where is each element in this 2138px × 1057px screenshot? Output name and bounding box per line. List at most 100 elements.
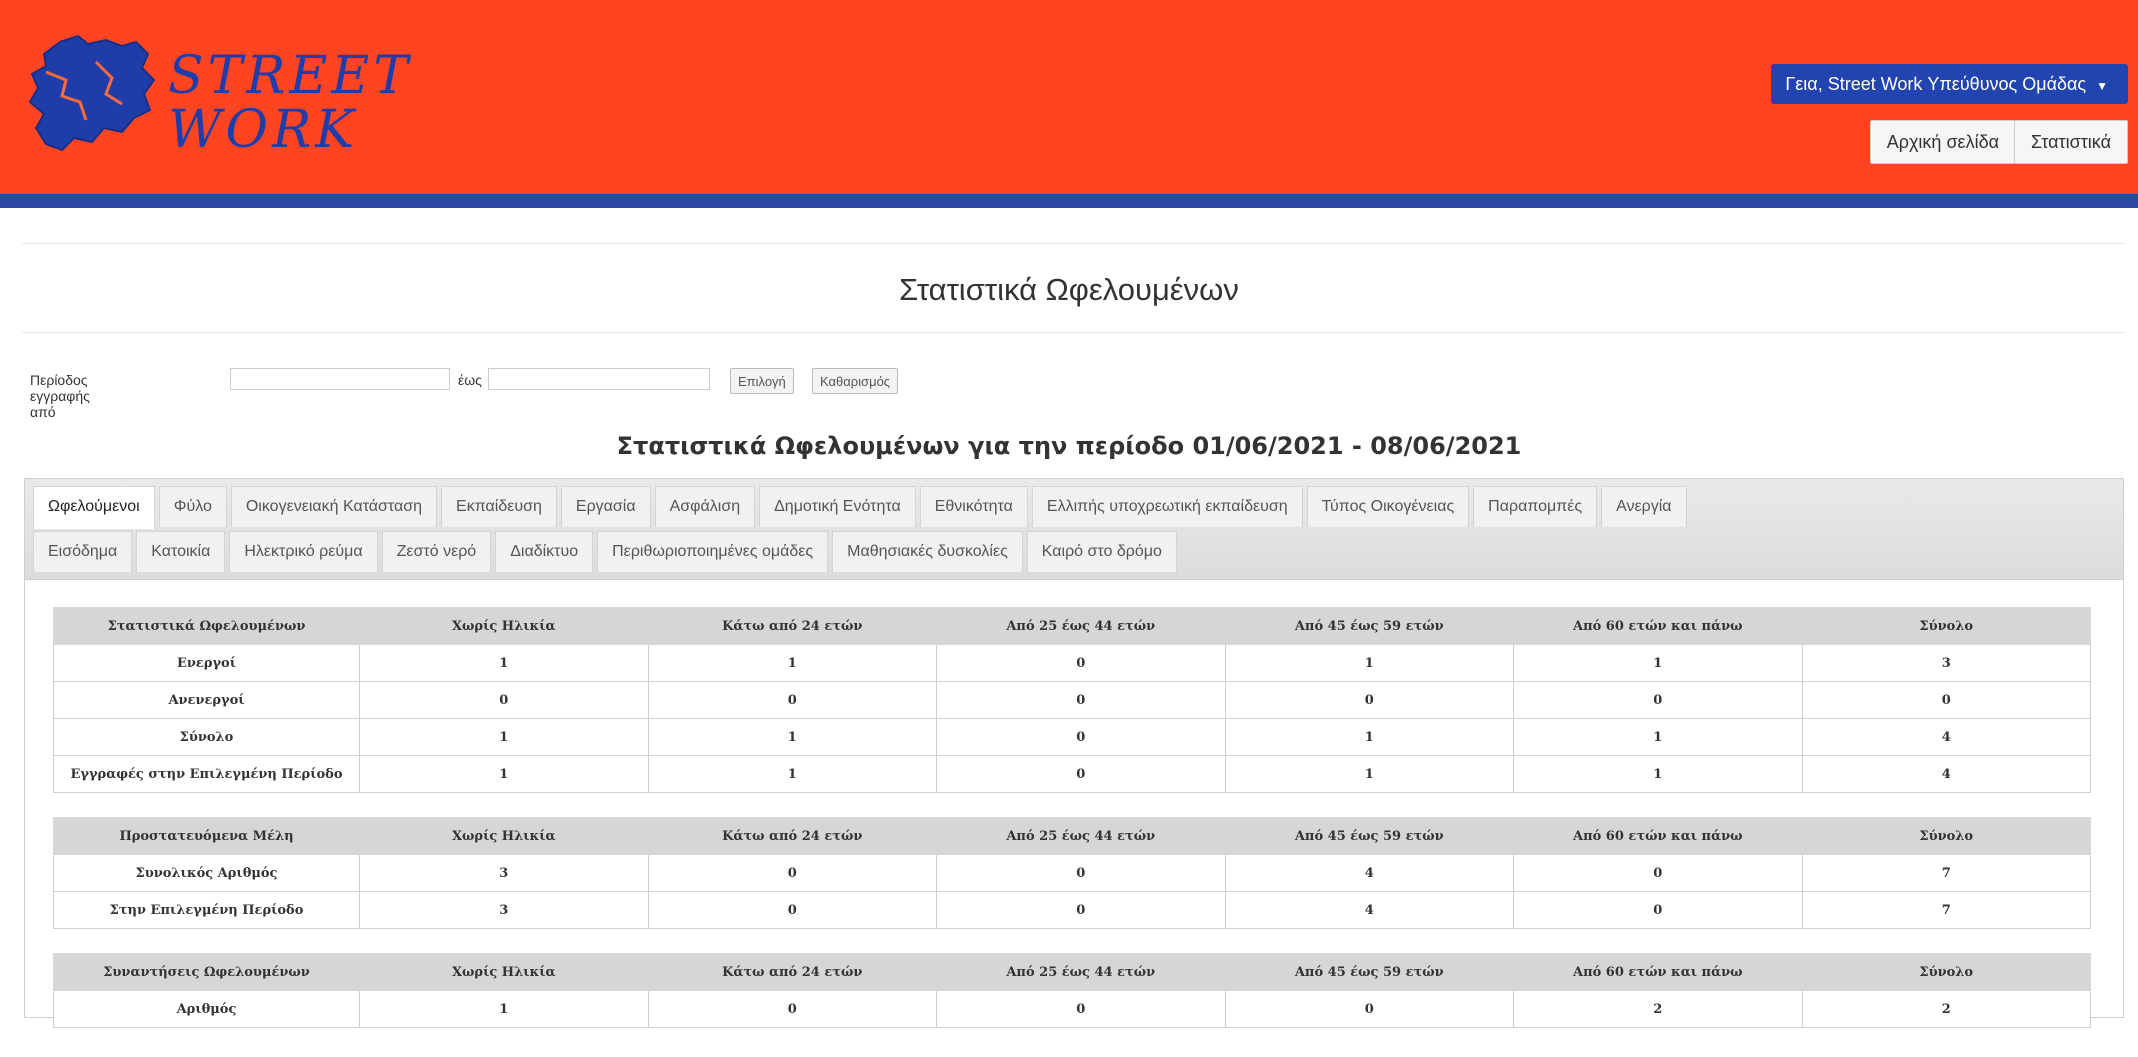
stats-nav-button[interactable]: Στατιστικά [2013, 120, 2128, 164]
table-cell: 0 [1224, 681, 1514, 719]
tab-row1-9[interactable]: Τύπος Οικογένειας [1306, 486, 1470, 527]
stats-table: Συναντήσεις Ωφελουμένων Χωρίς Ηλικία Κάτω … [53, 953, 2091, 1028]
table-cell: 0 [936, 854, 1226, 892]
tab-row1-7[interactable]: Εθνικότητα [919, 486, 1028, 527]
table-cell: 1 [359, 718, 649, 756]
table-cell: 7 [1801, 891, 2091, 929]
tab-row1-0[interactable]: Ωφελούμενοι [33, 486, 155, 529]
to-label: έως [458, 372, 482, 388]
table-cell: 0 [1513, 891, 1803, 929]
row-label: Συνολικός Αριθμός [53, 854, 360, 892]
table-cell: 1 [1513, 718, 1803, 756]
tab-row1-8[interactable]: Ελλιπής υποχρεωτική εκπαίδευση [1031, 486, 1303, 527]
table-cell: 2 [1513, 990, 1803, 1028]
column-header: Κάτω από 24 ετών [647, 953, 937, 991]
divider [22, 243, 2126, 244]
tab-row2-5[interactable]: Περιθωριοποιημένες ομάδες [597, 531, 829, 572]
table-row: Ανενεργοί 0 0 0 0 0 0 [53, 681, 2091, 719]
tab-row1-2[interactable]: Οικογενειακή Κατάσταση [230, 486, 438, 527]
column-header: Από 45 έως 59 ετών [1224, 953, 1514, 991]
home-nav-button[interactable]: Αρχική σελίδα [1869, 120, 2016, 164]
tab-row-2: Εισόδημα Κατοικία Ηλεκτρικό ρεύμα Ζεστό νερ… [33, 531, 1181, 572]
table-row: Στην Επιλεγμένη Περίοδο 3 0 0 4 0 7 [53, 891, 2091, 929]
stats-table: Προστατευόμενα Μέλη Χωρίς Ηλικία Κάτω από … [53, 817, 2091, 929]
tab-row2-1[interactable]: Κατοικία [136, 531, 226, 572]
tab-row2-7[interactable]: Καιρό στο δρόμο [1026, 531, 1177, 572]
tab-row2-4[interactable]: Διαδίκτυο [495, 531, 594, 572]
column-header: Χωρίς Ηλικία [359, 817, 649, 855]
table-cell: 0 [936, 755, 1226, 793]
stats-tables: Στατιστικά Ωφελουμένων Χωρίς Ηλικία Κάτω α… [53, 607, 2091, 1052]
table-cell: 3 [1801, 644, 2091, 682]
table-cell: 2 [1801, 990, 2091, 1028]
tab-row2-2[interactable]: Ηλεκτρικό ρεύμα [229, 531, 378, 572]
table-header-row: Συναντήσεις Ωφελουμένων Χωρίς Ηλικία Κάτω … [53, 953, 2091, 991]
map-logo-icon [28, 34, 156, 152]
table-cell: 0 [647, 891, 937, 929]
column-header: Στατιστικά Ωφελουμένων [53, 607, 360, 645]
table-cell: 4 [1801, 755, 2091, 793]
table-cell: 0 [936, 990, 1226, 1028]
table-cell: 4 [1224, 891, 1514, 929]
table-cell: 0 [1513, 854, 1803, 892]
tab-row1-3[interactable]: Εκπαίδευση [441, 486, 557, 527]
table-cell: 3 [359, 891, 649, 929]
column-header: Από 60 ετών και πάνω [1513, 953, 1803, 991]
table-cell: 7 [1801, 854, 2091, 892]
table-row: Αριθμός 1 0 0 0 2 2 [53, 990, 2091, 1028]
tab-row1-10[interactable]: Παραπομπές [1473, 486, 1598, 527]
column-header: Από 25 έως 44 ετών [936, 817, 1226, 855]
table-row: Συνολικός Αριθμός 3 0 0 4 0 7 [53, 854, 2091, 892]
clear-button[interactable]: Καθαρισμός [812, 368, 899, 394]
column-header: Από 45 έως 59 ετών [1224, 607, 1514, 645]
column-header: Από 60 ετών και πάνω [1513, 817, 1803, 855]
tab-row1-5[interactable]: Ασφάλιση [654, 486, 756, 527]
column-header: Σύνολο [1801, 953, 2091, 991]
tab-row1-1[interactable]: Φύλο [158, 486, 227, 527]
table-cell: 1 [647, 718, 937, 756]
row-label: Εγγραφές στην Επιλεγμένη Περίοδο [53, 755, 360, 793]
table-cell: 0 [647, 681, 937, 719]
header: STREET WORK Γεια, Street Work Υπεύθυνος … [0, 0, 2138, 194]
table-cell: 3 [359, 854, 649, 892]
from-label: Περίοδος εγγραφής από [30, 372, 90, 420]
table-cell: 1 [1224, 718, 1514, 756]
table-cell: 0 [1801, 681, 2091, 719]
tab-row2-0[interactable]: Εισόδημα [33, 531, 133, 572]
from-date-input[interactable] [230, 368, 450, 390]
tab-row2-6[interactable]: Μαθησιακές δυσκολίες [832, 531, 1023, 572]
tab-row1-4[interactable]: Εργασία [560, 486, 651, 527]
select-button[interactable]: Επιλογή [730, 368, 794, 394]
to-date-input[interactable] [488, 368, 710, 390]
column-header: Σύνολο [1801, 607, 2091, 645]
tab-row1-6[interactable]: Δημοτική Ενότητα [759, 486, 916, 527]
column-header: Από 45 έως 59 ετών [1224, 817, 1514, 855]
column-header: Από 60 ετών και πάνω [1513, 607, 1803, 645]
tab-row1-11[interactable]: Ανεργία [1601, 486, 1687, 527]
page-title: Στατιστικά Ωφελουμένων [899, 272, 1239, 307]
column-header: Συναντήσεις Ωφελουμένων [53, 953, 360, 991]
user-menu-dropdown[interactable]: Γεια, Street Work Υπεύθυνος Ομάδας ▼ [1771, 64, 2128, 104]
table-cell: 4 [1801, 718, 2091, 756]
table-row: Εγγραφές στην Επιλεγμένη Περίοδο 1 1 0 1 1 4 [53, 755, 2091, 793]
table-cell: 1 [1224, 644, 1514, 682]
column-header: Από 25 έως 44 ετών [936, 607, 1226, 645]
column-header: Από 25 έως 44 ετών [936, 953, 1226, 991]
table-cell: 0 [936, 681, 1226, 719]
table-cell: 1 [359, 755, 649, 793]
table-cell: 0 [936, 718, 1226, 756]
table-cell: 0 [936, 891, 1226, 929]
table-cell: 0 [1224, 990, 1514, 1028]
table-cell: 1 [1513, 755, 1803, 793]
stats-table: Στατιστικά Ωφελουμένων Χωρίς Ηλικία Κάτω α… [53, 607, 2091, 793]
logo[interactable]: STREET WORK [26, 32, 408, 172]
table-cell: 1 [1513, 644, 1803, 682]
period-title: Στατιστικά Ωφελουμένων για την περίοδο 0… [616, 432, 1522, 460]
table-row: Ενεργοί 1 1 0 1 1 3 [53, 644, 2091, 682]
row-label: Σύνολο [53, 718, 360, 756]
column-header: Κάτω από 24 ετών [647, 607, 937, 645]
logo-line-1: STREET [168, 46, 413, 106]
tab-row2-3[interactable]: Ζεστό νερό [381, 531, 492, 572]
row-label: Ενεργοί [53, 644, 360, 682]
table-cell: 1 [359, 990, 649, 1028]
